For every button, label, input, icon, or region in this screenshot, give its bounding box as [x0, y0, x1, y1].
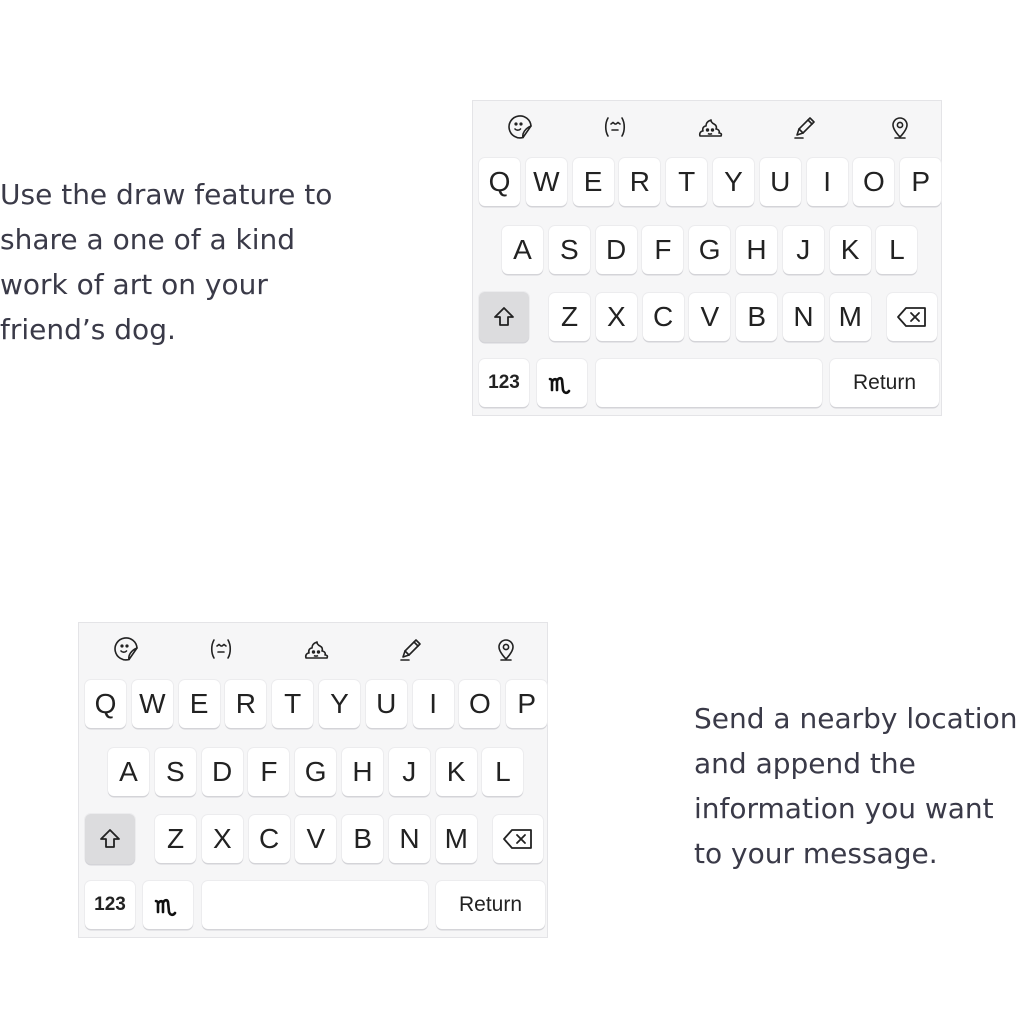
key-g[interactable]: G [689, 226, 731, 274]
caption-line: information you want [694, 792, 994, 825]
emoji-icon[interactable] [599, 111, 631, 143]
poop-icon[interactable] [300, 633, 332, 665]
key-d[interactable]: D [595, 226, 637, 274]
caption-line: friend’s dog. [0, 313, 176, 346]
handwriting-m-icon [547, 368, 577, 398]
key-b[interactable]: B [342, 815, 384, 863]
poop-icon[interactable] [694, 111, 726, 143]
key-i[interactable]: I [412, 680, 454, 728]
backspace-key[interactable] [887, 293, 937, 341]
keyboard-toolbar [79, 623, 547, 673]
key-f[interactable]: F [248, 748, 290, 796]
draw-key[interactable] [537, 359, 587, 407]
caption-line: and append the [694, 747, 916, 780]
return-key[interactable]: Return [830, 359, 939, 407]
space-bar[interactable] [596, 359, 822, 407]
key-g[interactable]: G [295, 748, 337, 796]
key-p[interactable]: P [506, 680, 548, 728]
caption-line: to your message. [694, 837, 938, 870]
pencil-icon[interactable] [395, 633, 427, 665]
key-t[interactable]: T [272, 680, 314, 728]
key-t[interactable]: T [666, 158, 708, 206]
key-s[interactable]: S [548, 226, 590, 274]
key-c[interactable]: C [248, 815, 290, 863]
key-n[interactable]: N [783, 293, 824, 341]
key-m[interactable]: M [435, 815, 477, 863]
key-e[interactable]: E [178, 680, 220, 728]
key-l[interactable]: L [482, 748, 524, 796]
key-s[interactable]: S [154, 748, 196, 796]
key-v[interactable]: V [295, 815, 337, 863]
key-q[interactable]: Q [479, 158, 520, 206]
key-d[interactable]: D [201, 748, 243, 796]
location-feature-caption: Send a nearby location and append the in… [694, 696, 1017, 876]
sticker-icon[interactable] [504, 111, 536, 143]
caption-line: work of art on your [0, 268, 268, 301]
draw-key[interactable] [143, 881, 193, 929]
key-h[interactable]: H [342, 748, 383, 796]
pencil-icon[interactable] [789, 111, 821, 143]
key-x[interactable]: X [595, 293, 637, 341]
key-w[interactable]: W [525, 158, 567, 206]
key-r[interactable]: R [225, 680, 267, 728]
key-o[interactable]: O [459, 680, 501, 728]
key-j[interactable]: J [782, 226, 824, 274]
key-k[interactable]: K [829, 226, 871, 274]
key-u[interactable]: U [365, 680, 407, 728]
space-bar[interactable] [202, 881, 428, 929]
key-x[interactable]: X [201, 815, 243, 863]
numbers-key[interactable]: 123 [85, 881, 135, 929]
location-pin-icon[interactable] [490, 633, 522, 665]
key-a[interactable]: A [108, 748, 149, 796]
key-u[interactable]: U [759, 158, 801, 206]
key-z[interactable]: Z [155, 815, 196, 863]
draw-feature-caption: Use the draw feature to share a one of a… [0, 172, 332, 352]
key-j[interactable]: J [388, 748, 430, 796]
key-v[interactable]: V [689, 293, 731, 341]
emoji-icon[interactable] [205, 633, 237, 665]
key-w[interactable]: W [131, 680, 173, 728]
key-f[interactable]: F [642, 226, 684, 274]
key-l[interactable]: L [876, 226, 918, 274]
numbers-key[interactable]: 123 [479, 359, 529, 407]
key-r[interactable]: R [619, 158, 661, 206]
caption-line: share a one of a kind [0, 223, 296, 256]
caption-line: Use the draw feature to [0, 178, 333, 211]
key-a[interactable]: A [502, 226, 543, 274]
key-z[interactable]: Z [549, 293, 590, 341]
backspace-icon [896, 305, 928, 329]
key-q[interactable]: Q [85, 680, 126, 728]
shift-key[interactable] [85, 814, 135, 864]
key-k[interactable]: K [435, 748, 477, 796]
key-n[interactable]: N [389, 815, 430, 863]
backspace-icon [502, 827, 534, 851]
backspace-key[interactable] [493, 815, 543, 863]
return-key[interactable]: Return [436, 881, 545, 929]
keyboard-toolbar [473, 101, 941, 151]
key-h[interactable]: H [736, 226, 777, 274]
keyboard-location-demo: Q W E R T Y U I O P A S D F G H J K L Z X C V B N M 123 Return [78, 622, 548, 938]
caption-line: Send a nearby location [694, 702, 1018, 735]
key-e[interactable]: E [572, 158, 614, 206]
shift-arrow-icon [491, 304, 517, 330]
shift-key[interactable] [479, 292, 529, 342]
location-pin-icon[interactable] [884, 111, 916, 143]
handwriting-m-icon [153, 890, 183, 920]
key-c[interactable]: C [642, 293, 684, 341]
shift-arrow-icon [97, 826, 123, 852]
key-i[interactable]: I [806, 158, 848, 206]
key-m[interactable]: M [829, 293, 871, 341]
key-o[interactable]: O [853, 158, 895, 206]
keyboard-draw-demo: Q W E R T Y U I O P A S D F G H J K L Z X C V B N M 123 Return [472, 100, 942, 416]
key-p[interactable]: P [900, 158, 942, 206]
sticker-icon[interactable] [110, 633, 142, 665]
key-b[interactable]: B [736, 293, 778, 341]
key-y[interactable]: Y [713, 158, 754, 206]
key-y[interactable]: Y [319, 680, 360, 728]
